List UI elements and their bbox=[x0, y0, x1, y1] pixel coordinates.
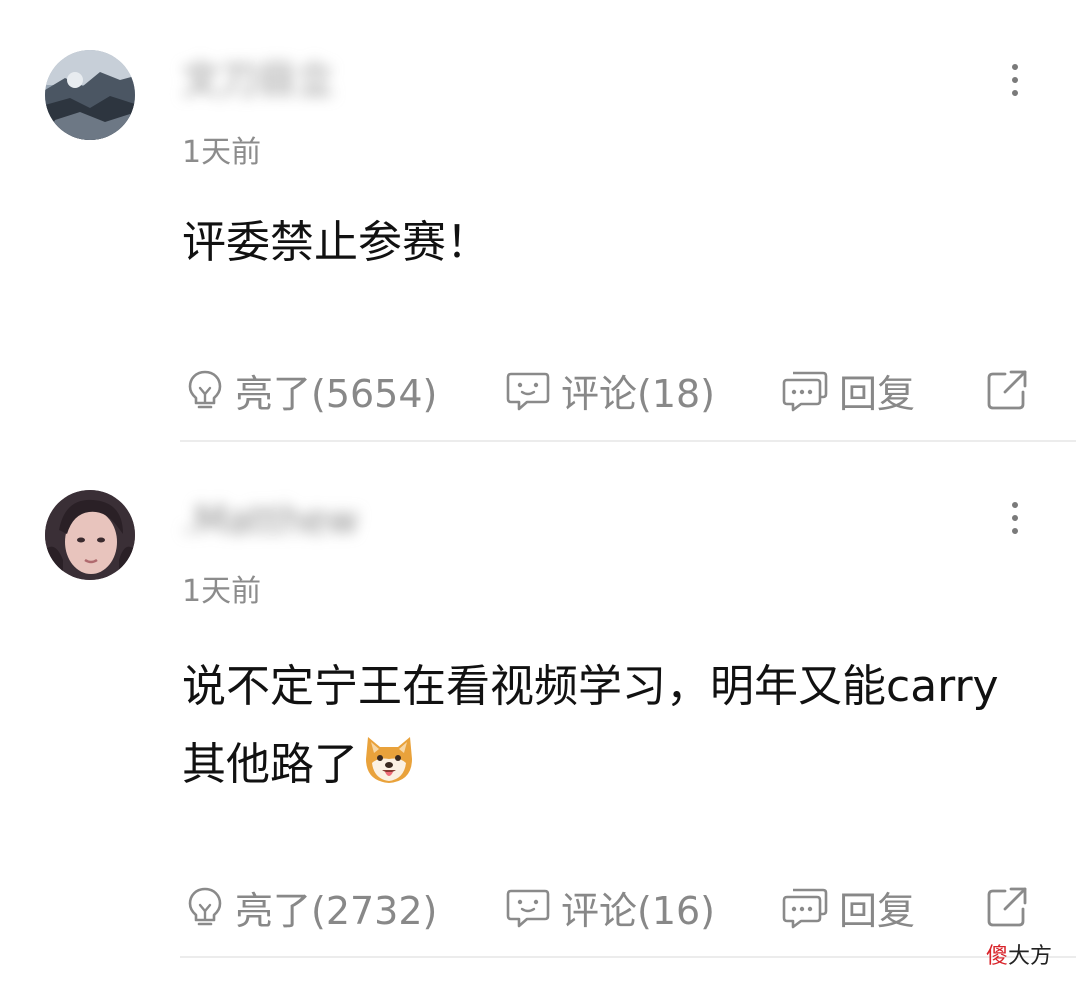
reply-bubbles-icon bbox=[782, 371, 828, 412]
avatar-landscape-icon bbox=[45, 50, 135, 140]
comment-text: 评委禁止参赛！ bbox=[182, 204, 1032, 282]
like-count: 亮了(2732) bbox=[235, 888, 438, 933]
like-count: 亮了(5654) bbox=[235, 371, 438, 416]
username[interactable]: .Matthew bbox=[182, 497, 359, 543]
comment-time: 1天前 bbox=[182, 135, 262, 170]
avatar[interactable] bbox=[45, 50, 135, 140]
comment-item: .Matthew 1天前 说不定宁王在看视频学习，明年又能carry其他路了 亮… bbox=[0, 445, 1076, 993]
comment-time: 1天前 bbox=[182, 574, 262, 609]
comment-actions: 亮了(2732) 评论(16) 回复 bbox=[185, 882, 1045, 933]
divider bbox=[180, 440, 1076, 442]
comment-text-body: 评委禁止参赛！ bbox=[182, 217, 490, 268]
reply-label: 回复 bbox=[839, 888, 916, 933]
share-button[interactable] bbox=[985, 882, 1039, 932]
comment-count: 评论(16) bbox=[561, 888, 716, 933]
more-options-icon[interactable] bbox=[1000, 495, 1030, 541]
comment-button[interactable]: 评论(18) bbox=[505, 365, 716, 416]
comment-bubble-icon bbox=[506, 889, 550, 928]
comment-actions: 亮了(5654) 评论(18) 回复 bbox=[185, 365, 1045, 416]
comment-button[interactable]: 评论(16) bbox=[505, 882, 716, 933]
watermark-black-text: 大方 bbox=[1008, 944, 1053, 969]
more-options-icon[interactable] bbox=[1000, 57, 1030, 103]
share-icon bbox=[987, 887, 1027, 927]
share-button[interactable] bbox=[985, 365, 1039, 415]
reply-button[interactable]: 回复 bbox=[781, 365, 916, 416]
reply-button[interactable]: 回复 bbox=[781, 882, 916, 933]
reply-label: 回复 bbox=[839, 371, 916, 416]
watermark-red-text: 傻 bbox=[986, 944, 1009, 969]
comment-text-body: 说不定宁王在看视频学习，明年又能carry其他路了 bbox=[182, 661, 999, 790]
like-button[interactable]: 亮了(2732) bbox=[185, 882, 438, 933]
comment-bubble-icon bbox=[506, 372, 550, 411]
avatar[interactable] bbox=[45, 490, 135, 580]
like-button[interactable]: 亮了(5654) bbox=[185, 365, 438, 416]
avatar-girl-icon bbox=[45, 490, 135, 580]
share-icon bbox=[987, 370, 1027, 410]
watermark: 傻大方 bbox=[986, 938, 1052, 970]
comment-count: 评论(18) bbox=[561, 371, 716, 416]
reply-bubbles-icon bbox=[782, 888, 828, 929]
lightbulb-icon bbox=[188, 370, 222, 409]
shiba-dog-emoji bbox=[366, 737, 412, 783]
divider bbox=[180, 956, 1076, 958]
comment-text: 说不定宁王在看视频学习，明年又能carry其他路了 bbox=[182, 648, 1032, 804]
comment-item: 文刀目立 1天前 评委禁止参赛！ 亮了(5654) 评论(18) 回复 bbox=[0, 0, 1076, 445]
lightbulb-icon bbox=[188, 887, 222, 926]
username[interactable]: 文刀目立 bbox=[182, 57, 334, 103]
